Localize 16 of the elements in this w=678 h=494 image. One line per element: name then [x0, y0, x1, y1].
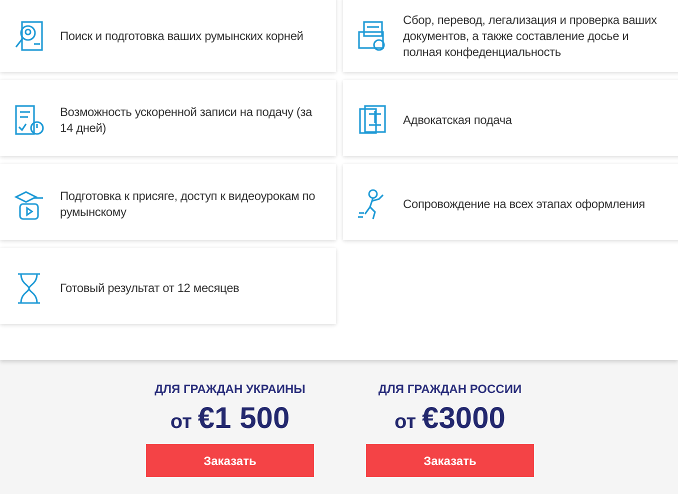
feature-text: Сопровождение на всех этапах оформления: [403, 196, 645, 212]
price-amount: €3000: [422, 402, 506, 436]
checklist-stopwatch-icon: [12, 103, 46, 137]
feature-text: Возможность ускоренной записи на подачу (за 14 дней): [60, 104, 314, 136]
order-button[interactable]: Заказать: [366, 444, 534, 477]
offer-heading: ДЛЯ ГРАЖДАН РОССИИ: [378, 382, 522, 396]
feature-text: Готовый результат от 12 месяцев: [60, 280, 240, 296]
price-prefix: от: [170, 411, 192, 434]
feature-text: Поиск и подготовка ваших румынских корней: [60, 28, 304, 44]
price-amount: €1 500: [198, 402, 290, 436]
price-prefix: от: [394, 411, 416, 434]
feature-text: Адвокатская подача: [403, 112, 512, 128]
offer-heading: ДЛЯ ГРАЖДАН УКРАИНЫ: [154, 382, 306, 396]
feature-text: Сбор, перевод, легализация и проверка ваших документов, а также составление досье и полная конфеденциальность: [403, 12, 658, 60]
order-button[interactable]: Заказать: [146, 444, 314, 477]
feature-text: Подготовка к присяге, доступ к видеоурокам по румынскому: [60, 188, 316, 220]
